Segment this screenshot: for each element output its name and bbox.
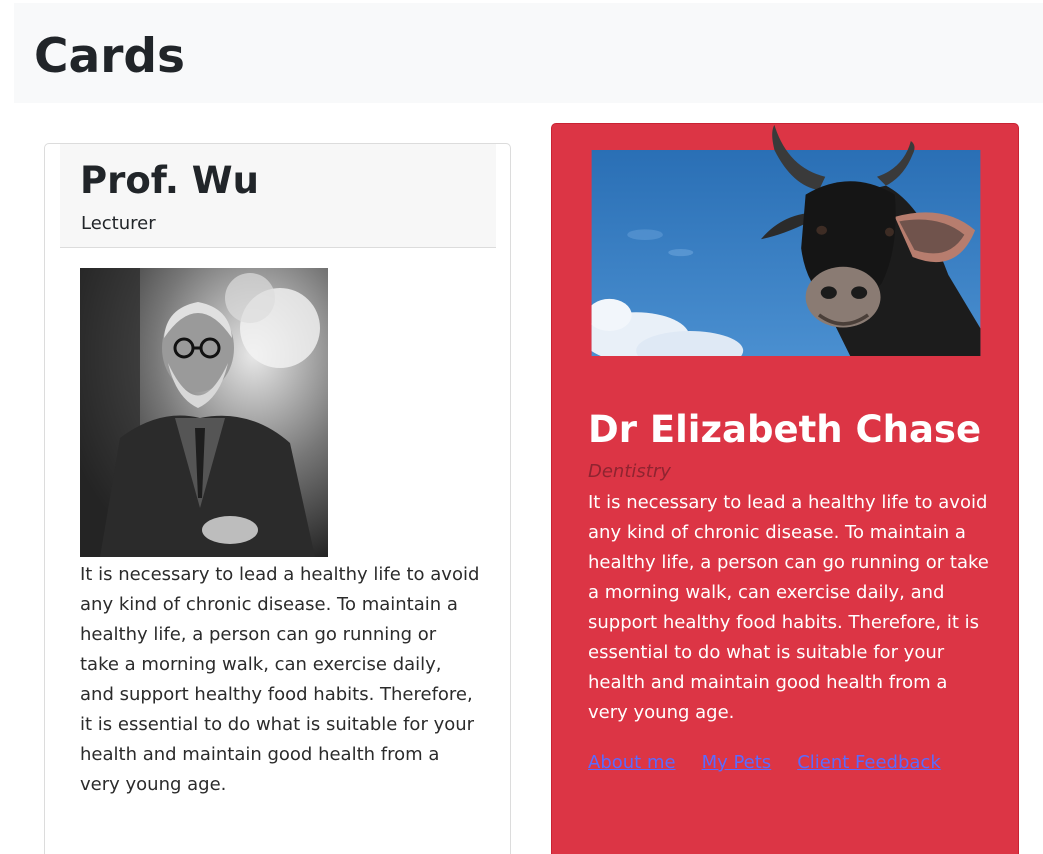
card-links: About me My Pets Client Feedback	[588, 749, 941, 777]
card-text: It is necessary to lead a healthy life t…	[80, 564, 480, 795]
page-header: Cards	[14, 3, 1043, 103]
card-subtitle: Dentistry	[588, 461, 671, 482]
profile-card-dr-elizabeth-chase: Dr Elizabeth Chase Dentistry It is neces…	[551, 123, 1019, 854]
portrait-photo	[80, 268, 328, 557]
page-title: Cards	[34, 29, 186, 84]
card-subtitle: Lecturer	[81, 213, 156, 234]
profile-card-prof-wu: Prof. Wu Lecturer It is necessary to lea…	[44, 143, 511, 854]
cow-photo	[568, 125, 1004, 384]
card-title: Prof. Wu	[80, 159, 259, 202]
card-header: Prof. Wu Lecturer	[60, 144, 496, 248]
about-me-link[interactable]: About me	[588, 749, 676, 777]
card-title: Dr Elizabeth Chase	[588, 408, 982, 451]
card-text: It is necessary to lead a healthy life t…	[588, 492, 989, 723]
client-feedback-link[interactable]: Client Feedback	[797, 749, 941, 777]
my-pets-link[interactable]: My Pets	[702, 749, 772, 777]
